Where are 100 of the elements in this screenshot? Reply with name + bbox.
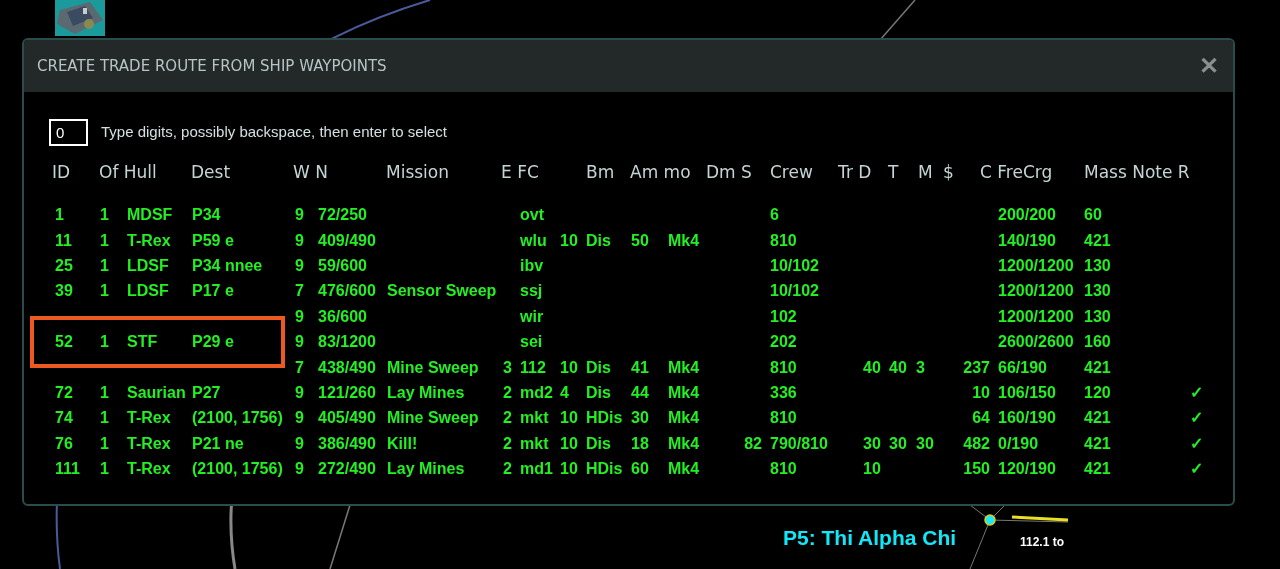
table-cell-text: 83/1200: [318, 332, 377, 353]
table-cell-text: 1: [100, 230, 110, 251]
table-cell-text: 9: [295, 332, 305, 353]
table-cell-text: 64: [972, 408, 991, 429]
table-cell-text: 790/810: [770, 433, 829, 454]
table-cell-text: 130: [1084, 306, 1112, 327]
column-header: ID: [52, 161, 72, 184]
table-cell-text: 130: [1084, 255, 1112, 276]
table-cell-text: Mk4: [668, 357, 701, 378]
table-cell-text: HDis: [586, 408, 624, 429]
column-header: C FreCrg: [980, 161, 1054, 184]
table-cell-text: 482: [963, 433, 991, 454]
column-header: Crew: [770, 161, 814, 184]
table-cell-text: 810: [770, 408, 798, 429]
table-cell-text: 25: [55, 255, 74, 276]
table-cell-text: P27: [192, 382, 222, 403]
table-cell-text: 2600/2600: [998, 332, 1075, 353]
column-header: Dm S: [706, 161, 753, 184]
table-cell-text: Dis: [586, 230, 612, 251]
table-cell-text: 10/102: [770, 281, 820, 302]
table-cell-text: 10: [560, 459, 579, 480]
table-cell-text: 2: [503, 459, 513, 480]
table-cell-text: 810: [770, 230, 798, 251]
close-button[interactable]: ✕: [1199, 54, 1219, 78]
table-cell-text: 7: [295, 281, 305, 302]
table-cell-text: Mine Sweep: [387, 357, 480, 378]
table-cell-text: 36/600: [318, 306, 368, 327]
table-cell-text: P34 nnee: [192, 255, 264, 276]
table-cell-text: md1: [520, 459, 554, 480]
table-cell-text: 72: [55, 382, 74, 403]
table-cell-text: ✓: [1190, 408, 1204, 429]
planet-label: P5: Thi Alpha Chi: [783, 525, 957, 551]
table-cell-text: 150: [963, 459, 991, 480]
table-cell-text: 1: [100, 459, 110, 480]
table-cell-text: 52: [55, 332, 74, 353]
selector-input-field[interactable]: 0: [49, 119, 88, 146]
table-cell-text: ✓: [1190, 382, 1204, 403]
table-cell-text: wlu: [520, 230, 548, 251]
table-cell-text: 200/200: [998, 205, 1057, 226]
table-cell-text: Dis: [586, 433, 612, 454]
table-cell-text: Dis: [586, 357, 612, 378]
table-cell-text: 1: [100, 332, 110, 353]
table-cell-text: 121/260: [318, 382, 377, 403]
column-header: T: [888, 161, 900, 184]
table-cell-text: 1: [100, 281, 110, 302]
table-cell-text: 40: [889, 357, 908, 378]
dialog-title: CREATE TRADE ROUTE FROM SHIP WAYPOINTS: [37, 55, 387, 77]
column-header: M: [918, 161, 934, 184]
table-cell-text: 7: [295, 357, 305, 378]
column-header: E FC: [501, 161, 540, 184]
column-header: Dest: [191, 161, 232, 184]
table-cell-text: 11: [55, 230, 73, 251]
table-cell-text: wir: [520, 306, 545, 327]
table-cell-text: Dis: [586, 382, 612, 403]
table-cell-text: 112: [520, 357, 547, 378]
table-cell-text: 41: [631, 357, 650, 378]
table-cell-text: 72/250: [318, 205, 368, 226]
table-cell-text: LDSF: [127, 255, 170, 276]
table-cell-text: 3: [916, 357, 926, 378]
table-cell-text: ssj: [520, 281, 544, 302]
table-cell-text: 2: [503, 433, 513, 454]
table-cell-text: 10: [863, 459, 882, 480]
table-cell-text: 1: [55, 205, 65, 226]
table-cell-text: 39: [55, 281, 74, 302]
table-cell-text: Mk4: [668, 382, 701, 403]
table-cell-text: 405/490: [318, 408, 377, 429]
table-cell-text: 140/190: [998, 230, 1057, 251]
table-cell-text: 74: [55, 408, 74, 429]
table-cell-text: P59 e: [192, 230, 235, 251]
table-cell-text: 421: [1084, 230, 1112, 251]
table-cell-text: 476/600: [318, 281, 377, 302]
table-cell-text: 9: [295, 408, 305, 429]
table-cell-text: P29 e: [192, 332, 235, 353]
table-cell-text: 810: [770, 459, 798, 480]
table-cell-text: Lay Mines: [387, 382, 466, 403]
table-cell-text: 438/490: [318, 357, 377, 378]
column-header: Tr D: [838, 161, 873, 184]
table-cell-text: 9: [295, 306, 305, 327]
table-cell-text: 10/102: [770, 255, 820, 276]
table-cell-text: 30: [863, 433, 882, 454]
table-cell-text: 1: [100, 408, 110, 429]
table-cell-text: 120/190: [998, 459, 1057, 480]
table-cell-text: 18: [631, 433, 650, 454]
table-cell-text: 130: [1084, 281, 1112, 302]
table-cell-text: T-Rex: [127, 433, 172, 454]
table-cell-text: 10: [560, 408, 579, 429]
table-cell-text: 421: [1084, 408, 1112, 429]
table-cell-text: 4: [560, 382, 570, 403]
table-cell-text: Sensor Sweep: [387, 281, 498, 302]
table-cell-text: 50: [631, 230, 650, 251]
column-header: Mission: [386, 161, 450, 184]
table-cell-text: P21 ne: [192, 433, 245, 454]
table-cell-text: 59/600: [318, 255, 368, 276]
table-cell-text: 1: [100, 205, 110, 226]
table-cell-text: T-Rex: [127, 230, 172, 251]
table-cell-text: 237: [963, 357, 991, 378]
table-cell-text: LDSF: [127, 281, 170, 302]
table-cell-text: 421: [1084, 433, 1112, 454]
column-header: Am mo: [630, 161, 692, 184]
table-cell-text: 1200/1200: [998, 255, 1075, 276]
